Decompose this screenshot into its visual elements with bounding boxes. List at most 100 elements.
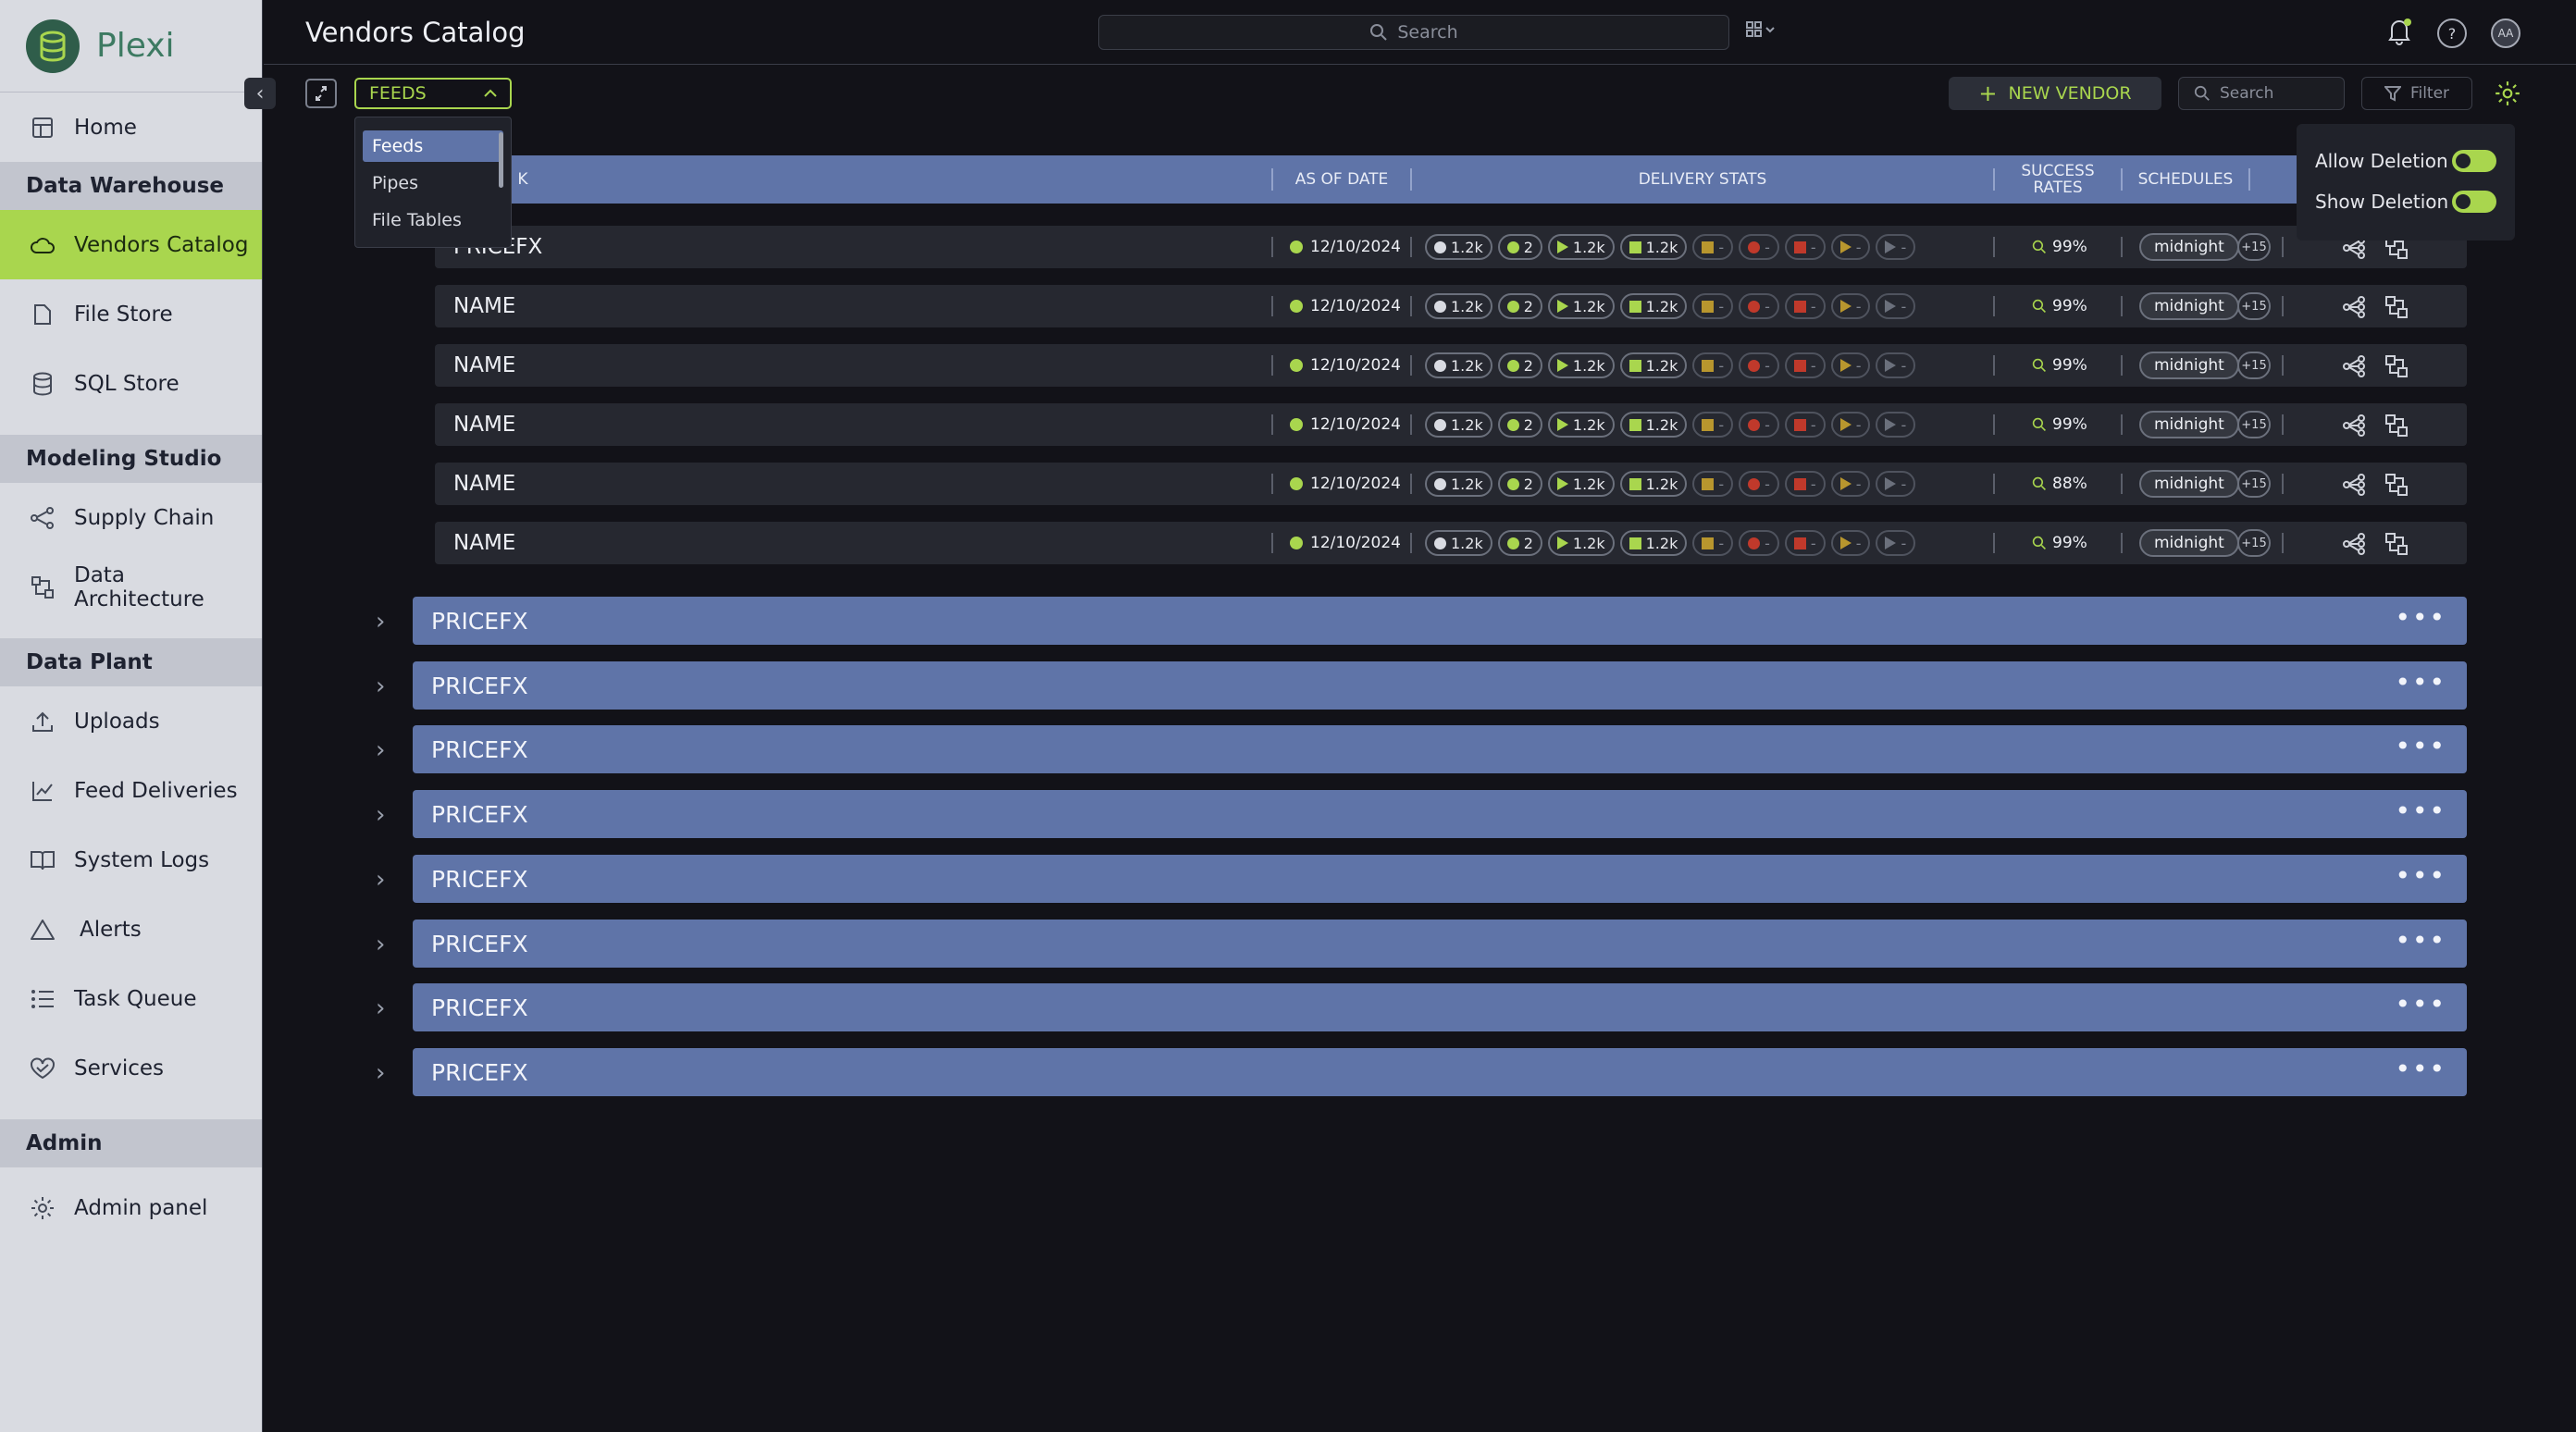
sidebar-item-data-architecture[interactable]: Data Architecture <box>0 552 262 622</box>
new-vendor-button[interactable]: + NEW VENDOR <box>1949 77 2161 110</box>
stat-failed[interactable]: - <box>1739 293 1779 319</box>
settings-button[interactable] <box>2489 77 2526 110</box>
allow-deletion-toggle[interactable] <box>2452 150 2496 172</box>
chevron-right-icon[interactable]: › <box>376 736 398 764</box>
stat-completed[interactable]: 1.2k <box>1619 530 1688 556</box>
stat-pending[interactable]: - <box>1692 293 1734 319</box>
architecture-icon[interactable] <box>2384 472 2409 498</box>
stat-skipped[interactable]: - <box>1876 352 1916 378</box>
more-options-icon[interactable]: ••• <box>2395 1054 2446 1084</box>
stat-pending[interactable]: - <box>1692 234 1734 260</box>
global-search-input[interactable]: Search <box>1098 15 1729 50</box>
stat-queued[interactable]: - <box>1830 352 1871 378</box>
share-nodes-icon[interactable] <box>2341 353 2367 379</box>
schedule-badge[interactable]: midnight <box>2139 470 2239 498</box>
share-nodes-icon[interactable] <box>2341 531 2367 557</box>
stat-running[interactable]: 1.2k <box>1547 471 1615 497</box>
stat-completed[interactable]: 1.2k <box>1619 352 1688 378</box>
vendor-group-row[interactable]: PRICEFX ••• <box>413 855 2467 903</box>
brand[interactable]: Plexi <box>0 0 262 93</box>
stat-skipped[interactable]: - <box>1876 471 1916 497</box>
view-option-feeds[interactable]: Feeds <box>363 130 503 162</box>
table-row[interactable]: NAME 12/10/2024 1.2k 2 1.2k 1.2k - - - - - 88% midni… <box>435 463 2467 505</box>
stat-queued[interactable]: - <box>1830 234 1871 260</box>
chevron-right-icon[interactable]: › <box>376 1059 398 1087</box>
view-select[interactable]: FEEDS <box>354 78 512 109</box>
architecture-icon[interactable] <box>2384 353 2409 379</box>
stat-total[interactable]: 1.2k <box>1425 530 1492 556</box>
column-success-rates[interactable]: SUCCESS RATES <box>1995 155 2121 204</box>
chevron-right-icon[interactable]: › <box>376 608 398 636</box>
vendor-group-row[interactable]: PRICEFX ••• <box>413 983 2467 1031</box>
stat-queued[interactable]: - <box>1830 412 1871 438</box>
sidebar-item-admin-panel[interactable]: Admin panel <box>0 1173 262 1242</box>
sidebar-item-task-queue[interactable]: Task Queue <box>0 964 262 1033</box>
sidebar-item-vendors-catalog[interactable]: Vendors Catalog <box>0 210 262 279</box>
stat-total[interactable]: 1.2k <box>1425 293 1492 319</box>
chevron-right-icon[interactable]: › <box>376 931 398 958</box>
column-schedules[interactable]: SCHEDULES <box>2123 155 2248 204</box>
stat-failed[interactable]: - <box>1739 412 1779 438</box>
stat-queued[interactable]: - <box>1830 530 1871 556</box>
stat-total[interactable]: 1.2k <box>1425 234 1492 260</box>
column-as-of-date[interactable]: AS OF DATE <box>1273 155 1410 204</box>
stat-completed[interactable]: 1.2k <box>1619 412 1688 438</box>
stat-pending[interactable]: - <box>1692 352 1734 378</box>
chevron-right-icon[interactable]: › <box>376 801 398 829</box>
more-schedules-badge[interactable]: +15 <box>2237 233 2271 261</box>
stat-running[interactable]: 1.2k <box>1547 293 1615 319</box>
table-row[interactable]: NAME 12/10/2024 1.2k 2 1.2k 1.2k - - - - - 99% midni… <box>435 344 2467 387</box>
sidebar-item-system-logs[interactable]: System Logs <box>0 825 262 895</box>
table-row[interactable]: NAME 12/10/2024 1.2k 2 1.2k 1.2k - - - - - 99% midni… <box>435 522 2467 564</box>
stat-error[interactable]: - <box>1784 293 1826 319</box>
sidebar-item-sql-store[interactable]: SQL Store <box>0 349 262 418</box>
stat-error[interactable]: - <box>1784 530 1826 556</box>
share-nodes-icon[interactable] <box>2341 294 2367 320</box>
vendor-search-input[interactable]: Search <box>2178 77 2345 110</box>
stat-error[interactable]: - <box>1784 352 1826 378</box>
show-deletion-toggle[interactable] <box>2452 191 2496 213</box>
stat-completed[interactable]: 1.2k <box>1619 234 1688 260</box>
stat-total[interactable]: 1.2k <box>1425 471 1492 497</box>
more-options-icon[interactable]: ••• <box>2395 667 2446 697</box>
schedule-badge[interactable]: midnight <box>2139 352 2239 379</box>
view-option-file-tables[interactable]: File Tables <box>363 204 503 236</box>
table-row[interactable]: NAME 12/10/2024 1.2k 2 1.2k 1.2k - - - - - 99% midni… <box>435 403 2467 446</box>
stat-failed[interactable]: - <box>1739 471 1779 497</box>
stat-success[interactable]: 2 <box>1497 293 1542 319</box>
more-options-icon[interactable]: ••• <box>2395 731 2446 761</box>
vendor-group-row[interactable]: PRICEFX ••• <box>413 1048 2467 1096</box>
sidebar-item-supply-chain[interactable]: Supply Chain <box>0 483 262 552</box>
stat-running[interactable]: 1.2k <box>1547 530 1615 556</box>
stat-failed[interactable]: - <box>1739 530 1779 556</box>
more-options-icon[interactable]: ••• <box>2395 796 2446 826</box>
more-options-icon[interactable]: ••• <box>2395 925 2446 956</box>
more-schedules-badge[interactable]: +15 <box>2237 411 2271 438</box>
menu-scrollbar[interactable] <box>499 132 503 188</box>
stat-skipped[interactable]: - <box>1876 234 1916 260</box>
stat-running[interactable]: 1.2k <box>1547 412 1615 438</box>
architecture-icon[interactable] <box>2384 413 2409 438</box>
more-options-icon[interactable]: ••• <box>2395 602 2446 633</box>
sidebar-item-home[interactable]: Home <box>0 93 262 162</box>
stat-skipped[interactable]: - <box>1876 530 1916 556</box>
sidebar-item-uploads[interactable]: Uploads <box>0 686 262 756</box>
stat-queued[interactable]: - <box>1830 293 1871 319</box>
stat-skipped[interactable]: - <box>1876 412 1916 438</box>
filter-button[interactable]: Filter <box>2361 77 2472 110</box>
stat-running[interactable]: 1.2k <box>1547 352 1615 378</box>
sidebar-collapse-button[interactable]: ‹ <box>244 78 276 109</box>
sidebar-item-alerts[interactable]: Alerts <box>0 895 262 964</box>
stat-error[interactable]: - <box>1784 412 1826 438</box>
stat-error[interactable]: - <box>1784 234 1826 260</box>
chevron-right-icon[interactable]: › <box>376 673 398 700</box>
vendor-group-row[interactable]: PRICEFX ••• <box>413 661 2467 710</box>
stat-failed[interactable]: - <box>1739 234 1779 260</box>
vendor-group-row[interactable]: PRICEFX ••• <box>413 790 2467 838</box>
stat-success[interactable]: 2 <box>1497 530 1542 556</box>
help-icon[interactable]: ? <box>2437 19 2467 48</box>
stat-failed[interactable]: - <box>1739 352 1779 378</box>
stat-pending[interactable]: - <box>1692 471 1734 497</box>
sidebar-item-services[interactable]: Services <box>0 1033 262 1103</box>
sidebar-item-feed-deliveries[interactable]: Feed Deliveries <box>0 756 262 825</box>
